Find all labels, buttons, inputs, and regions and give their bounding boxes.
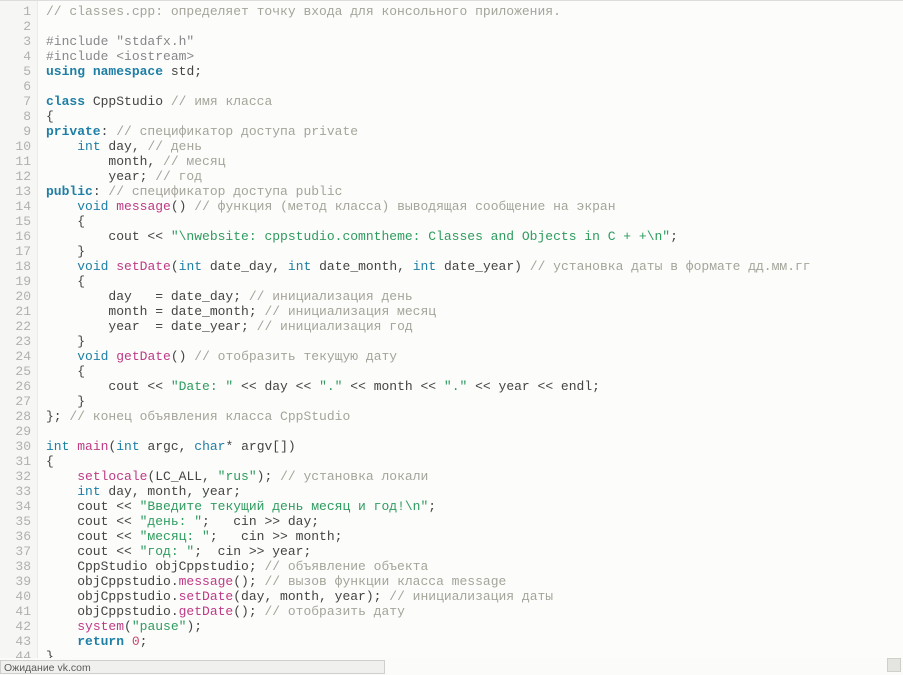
code-line[interactable] [46,79,903,94]
line-number: 40 [0,589,31,604]
code-line[interactable]: // classes.cpp: определяет точку входа д… [46,4,903,19]
code-line[interactable] [46,424,903,439]
code-line[interactable]: objCppstudio.message(); // вызов функции… [46,574,903,589]
line-number: 28 [0,409,31,424]
line-number: 21 [0,304,31,319]
line-number: 1 [0,4,31,19]
code-line[interactable]: using namespace std; [46,64,903,79]
code-line[interactable]: }; // конец объявления класса CppStudio [46,409,903,424]
code-line[interactable]: day = date_day; // инициализация день [46,289,903,304]
line-number: 23 [0,334,31,349]
line-number: 33 [0,484,31,499]
code-line[interactable]: #include "stdafx.h" [46,34,903,49]
line-number-gutter: 1234567891011121314151617181920212223242… [0,1,38,658]
code-line[interactable]: } [46,649,903,658]
code-line[interactable]: setlocale(LC_ALL, "rus"); // установка л… [46,469,903,484]
code-line[interactable]: int day, // день [46,139,903,154]
line-number: 42 [0,619,31,634]
code-line[interactable]: } [46,334,903,349]
line-number: 8 [0,109,31,124]
line-number: 32 [0,469,31,484]
code-line[interactable]: CppStudio objCppstudio; // объявление об… [46,559,903,574]
line-number: 7 [0,94,31,109]
code-line[interactable]: cout << "месяц: "; cin >> month; [46,529,903,544]
line-number: 12 [0,169,31,184]
line-number: 34 [0,499,31,514]
line-number: 43 [0,634,31,649]
line-number: 35 [0,514,31,529]
code-line[interactable]: year; // год [46,169,903,184]
line-number: 25 [0,364,31,379]
code-editor[interactable]: 1234567891011121314151617181920212223242… [0,0,903,658]
code-line[interactable]: { [46,214,903,229]
code-line[interactable]: { [46,454,903,469]
scrollbar-corner[interactable] [887,658,901,672]
line-number: 41 [0,604,31,619]
code-line[interactable]: } [46,394,903,409]
line-number: 19 [0,274,31,289]
line-number: 17 [0,244,31,259]
code-line[interactable]: month = date_month; // инициализация мес… [46,304,903,319]
code-line[interactable]: cout << "день: "; cin >> day; [46,514,903,529]
code-content[interactable]: // classes.cpp: определяет точку входа д… [38,1,903,658]
code-line[interactable]: void setDate(int date_day, int date_mont… [46,259,903,274]
code-line[interactable]: year = date_year; // инициализация год [46,319,903,334]
code-line[interactable]: return 0; [46,634,903,649]
code-line[interactable]: void getDate() // отобразить текущую дат… [46,349,903,364]
code-line[interactable]: { [46,274,903,289]
code-line[interactable]: cout << "\nwebsite: cppstudio.comntheme:… [46,229,903,244]
line-number: 24 [0,349,31,364]
line-number: 39 [0,574,31,589]
code-line[interactable]: int day, month, year; [46,484,903,499]
line-number: 31 [0,454,31,469]
line-number: 5 [0,64,31,79]
code-line[interactable]: objCppstudio.setDate(day, month, year); … [46,589,903,604]
code-line[interactable]: cout << "год: "; cin >> year; [46,544,903,559]
line-number: 26 [0,379,31,394]
line-number: 9 [0,124,31,139]
line-number: 11 [0,154,31,169]
line-number: 38 [0,559,31,574]
code-line[interactable]: int main(int argc, char* argv[]) [46,439,903,454]
line-number: 18 [0,259,31,274]
line-number: 30 [0,439,31,454]
code-line[interactable]: system("pause"); [46,619,903,634]
code-line[interactable]: cout << "Введите текущий день месяц и го… [46,499,903,514]
line-number: 27 [0,394,31,409]
code-line[interactable]: cout << "Date: " << day << "." << month … [46,379,903,394]
line-number: 3 [0,34,31,49]
line-number: 2 [0,19,31,34]
line-number: 29 [0,424,31,439]
code-line[interactable]: } [46,244,903,259]
line-number: 36 [0,529,31,544]
code-line[interactable]: { [46,109,903,124]
line-number: 44 [0,649,31,658]
status-bar: Ожидание vk.com [0,660,385,674]
code-line[interactable]: #include <iostream> [46,49,903,64]
code-line[interactable]: class CppStudio // имя класса [46,94,903,109]
line-number: 13 [0,184,31,199]
code-line[interactable]: month, // месяц [46,154,903,169]
code-line[interactable]: { [46,364,903,379]
code-line[interactable] [46,19,903,34]
line-number: 4 [0,49,31,64]
line-number: 20 [0,289,31,304]
line-number: 22 [0,319,31,334]
line-number: 14 [0,199,31,214]
line-number: 15 [0,214,31,229]
line-number: 6 [0,79,31,94]
status-text: Ожидание vk.com [4,662,91,674]
code-line[interactable]: void message() // функция (метод класса)… [46,199,903,214]
line-number: 37 [0,544,31,559]
code-line[interactable]: private: // спецификатор доступа private [46,124,903,139]
code-line[interactable]: public: // спецификатор доступа public [46,184,903,199]
code-line[interactable]: objCppstudio.getDate(); // отобразить да… [46,604,903,619]
line-number: 10 [0,139,31,154]
line-number: 16 [0,229,31,244]
